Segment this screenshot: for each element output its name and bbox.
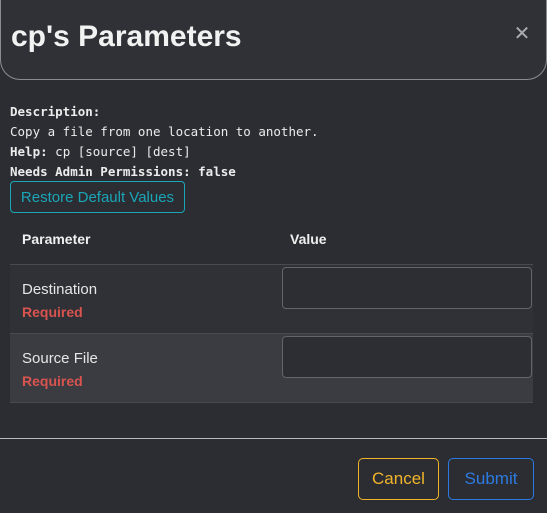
help-label: Help:	[10, 144, 48, 159]
help-text: cp [source] [dest]	[47, 144, 191, 159]
table-header-row: Parameter Value	[10, 214, 533, 265]
description-label: Description:	[10, 104, 101, 119]
parameter-name: Source File	[22, 350, 98, 367]
parameter-column-header: Parameter	[10, 214, 280, 265]
modal-header: cp's Parameters ✕	[0, 0, 547, 80]
admin-line: Needs Admin Permissions: false	[10, 162, 319, 182]
help-line: Help: cp [source] [dest]	[10, 142, 319, 162]
value-column-header: Value	[280, 214, 533, 265]
parameter-cell: Source File Required	[10, 333, 280, 403]
parameters-table: Parameter Value Destination Required Sou…	[10, 214, 533, 403]
source-file-input[interactable]	[282, 336, 532, 378]
modal-title: cp's Parameters	[11, 20, 242, 53]
table-row-source-file: Source File Required	[10, 333, 533, 403]
required-badge: Required	[22, 304, 83, 320]
submit-button[interactable]: Submit	[448, 458, 534, 500]
description-text: Copy a file from one location to another…	[10, 124, 319, 139]
table-row-destination: Destination Required	[10, 264, 533, 334]
required-badge: Required	[22, 373, 83, 389]
admin-text: false	[190, 164, 236, 179]
close-icon: ✕	[513, 23, 531, 45]
destination-input[interactable]	[282, 267, 532, 309]
footer-divider	[0, 438, 547, 439]
parameter-name: Destination	[22, 281, 98, 298]
parameter-cell: Destination Required	[10, 264, 280, 334]
close-button[interactable]: ✕	[512, 23, 532, 45]
value-cell	[280, 333, 533, 403]
value-cell	[280, 264, 533, 334]
cancel-button[interactable]: Cancel	[358, 458, 439, 500]
restore-defaults-button[interactable]: Restore Default Values	[10, 181, 185, 213]
command-description: Description: Copy a file from one locati…	[10, 102, 319, 182]
admin-label: Needs Admin Permissions:	[10, 164, 191, 179]
